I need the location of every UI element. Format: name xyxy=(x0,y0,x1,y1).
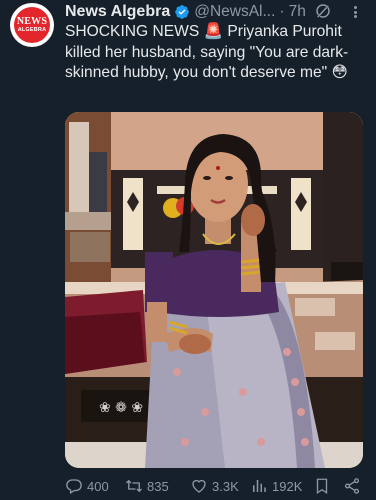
tweet-header: News Algebra @NewsAl... · 7h xyxy=(65,2,306,22)
bookmark-button[interactable] xyxy=(313,475,331,497)
repost-count: 835 xyxy=(147,478,169,494)
views-button[interactable]: 192K xyxy=(250,475,302,497)
account-name[interactable]: News Algebra xyxy=(65,3,170,21)
post-time[interactable]: 7h xyxy=(289,3,306,21)
svg-text:❀ ❁ ❀: ❀ ❁ ❀ xyxy=(99,400,143,416)
views-icon xyxy=(253,480,266,492)
share-button[interactable] xyxy=(343,475,361,497)
reply-button[interactable]: 400 xyxy=(65,475,109,497)
post-text: SHOCKING NEWS 🚨 Priyanka Purohit killed … xyxy=(65,23,349,81)
like-button[interactable]: 3.3K xyxy=(190,475,239,497)
share-icon xyxy=(344,478,360,494)
repost-icon xyxy=(126,479,142,493)
avatar[interactable]: NEWS ALGEBRA xyxy=(10,3,54,47)
tweet[interactable]: NEWS ALGEBRA News Algebra @NewsAl... · 7… xyxy=(0,0,376,500)
reply-count: 400 xyxy=(87,478,109,494)
verified-badge-icon xyxy=(175,5,190,19)
more-icon[interactable] xyxy=(348,4,362,20)
post-image[interactable]: ❀ ❁ ❀ xyxy=(65,112,363,468)
action-bar: 400 835 3.3K 192K xyxy=(65,475,365,497)
bookmark-icon xyxy=(316,478,328,495)
like-icon xyxy=(192,479,206,493)
views-count: 192K xyxy=(272,478,303,494)
separator-dot: · xyxy=(279,3,285,20)
reply-icon xyxy=(66,479,82,494)
like-count: 3.3K xyxy=(212,478,239,494)
avatar-logo-text-1: NEWS xyxy=(16,15,48,27)
repost-button[interactable]: 835 xyxy=(125,475,169,497)
account-handle[interactable]: @NewsAl... xyxy=(194,3,275,21)
grok-icon[interactable] xyxy=(314,2,332,20)
avatar-logo: NEWS ALGEBRA xyxy=(14,7,50,43)
avatar-logo-text-2: ALGEBRA xyxy=(17,26,47,33)
